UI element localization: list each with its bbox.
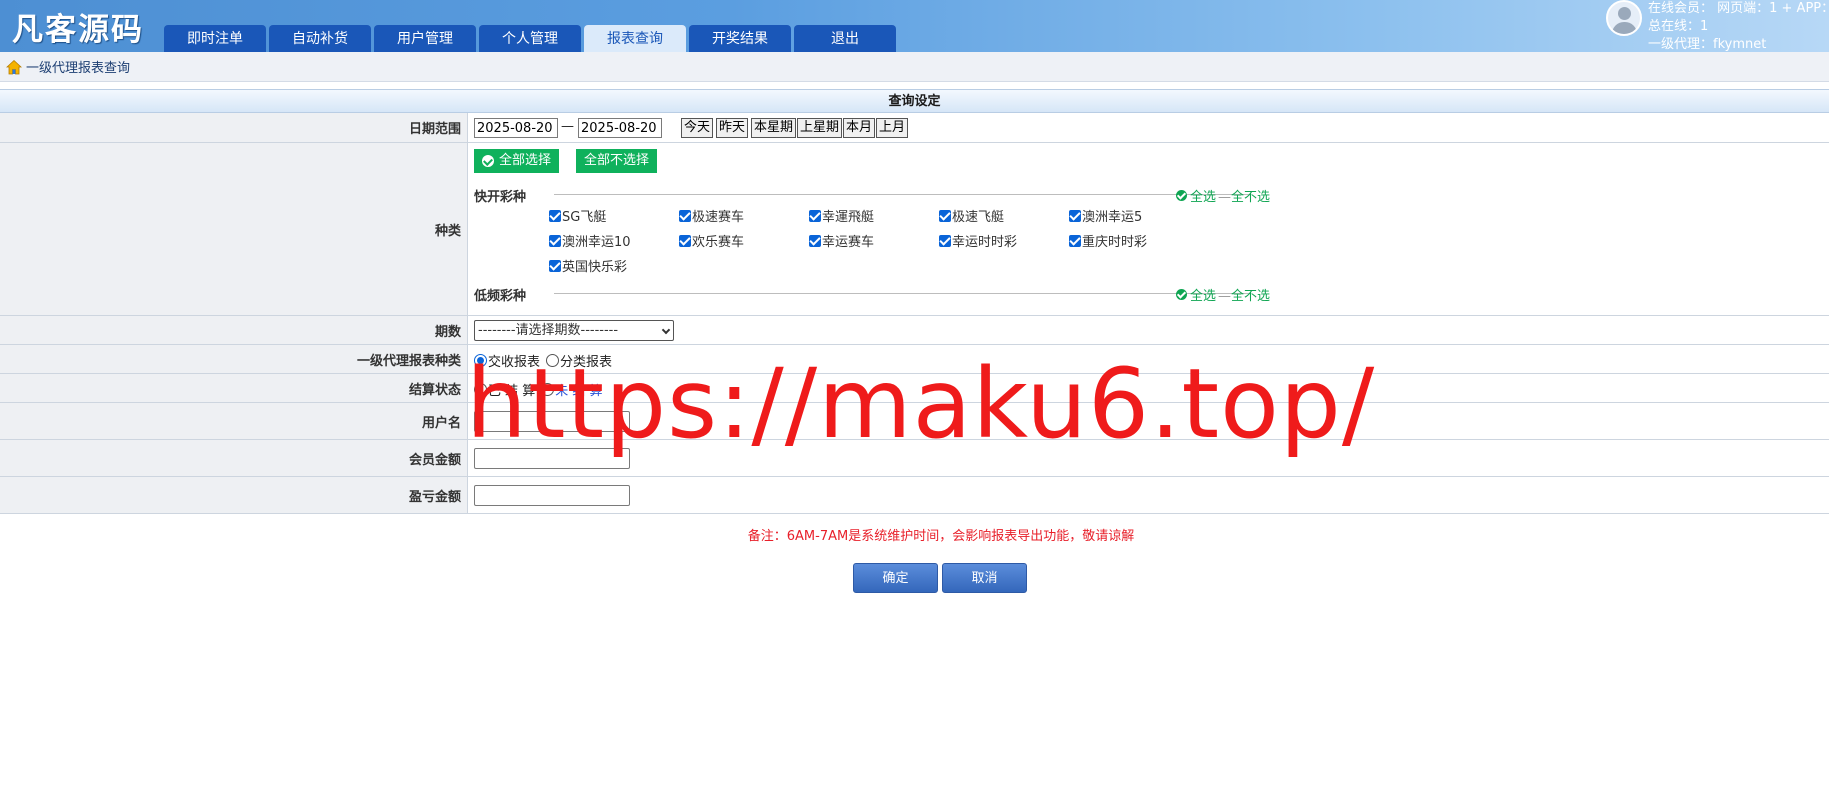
category-label: 种类: [0, 143, 468, 315]
member-amount-label: 会员金额: [0, 440, 468, 476]
tab-personal-management[interactable]: 个人管理: [479, 25, 581, 52]
chevron-down-icon: [661, 325, 671, 335]
yesterday-button[interactable]: 昨天: [716, 118, 749, 138]
tab-report-query[interactable]: 报表查询: [584, 25, 686, 52]
lottery-checkbox-speed-racing[interactable]: 极速赛车: [679, 206, 744, 225]
this-month-button[interactable]: 本月: [843, 118, 876, 138]
lottery-checkbox-uk-happy[interactable]: 英国快乐彩: [549, 256, 627, 275]
app-logo: 凡客源码: [12, 12, 144, 48]
date-separator: —: [561, 119, 574, 134]
settlement-label: 结算状态: [0, 374, 468, 402]
last-week-button[interactable]: 上星期: [797, 118, 843, 138]
fast-lottery-group-label: 快开彩种: [474, 190, 527, 205]
tab-logout[interactable]: 退出: [794, 25, 896, 52]
home-icon[interactable]: [6, 59, 22, 75]
fast-group-deselect-all[interactable]: —全不选: [1218, 186, 1270, 205]
low-group-deselect-all[interactable]: —全不选: [1218, 285, 1270, 304]
top-header: 凡客源码 即时注单 自动补货 用户管理 个人管理 报表查询 开奖结果 退出 在线…: [0, 0, 1829, 52]
select-all-button[interactable]: 全部选择: [474, 149, 560, 173]
category-row: 种类 全部选择 全部不选择 快开彩种 全选 —全不选 SG飞艇 极速赛车 幸運飛…: [0, 143, 1829, 316]
online-members: 在线会员： 网页端：1 + APP：: [1648, 1, 1829, 16]
date-range-label: 日期范围: [0, 113, 468, 142]
check-circle-icon: [1176, 289, 1187, 300]
main-nav: 即时注单 自动补货 用户管理 个人管理 报表查询 开奖结果 退出: [164, 25, 899, 52]
tab-auto-replenish[interactable]: 自动补货: [269, 25, 371, 52]
lottery-checkbox-happy-racing[interactable]: 欢乐赛车: [679, 231, 744, 250]
lottery-checkbox-australia-lucky5[interactable]: 澳洲幸运5: [1069, 206, 1142, 225]
last-month-button[interactable]: 上月: [876, 118, 909, 138]
period-select[interactable]: --------请选择期数--------: [474, 320, 674, 341]
start-date-input[interactable]: [474, 118, 558, 138]
username-label: 用户名: [0, 403, 468, 439]
today-button[interactable]: 今天: [681, 118, 714, 138]
lottery-checkbox-chongqing-ssc[interactable]: 重庆时时彩: [1069, 231, 1147, 250]
confirm-button[interactable]: 确定: [853, 563, 938, 593]
lottery-checkbox-speed-airship[interactable]: 极速飞艇: [939, 206, 1004, 225]
tab-user-management[interactable]: 用户管理: [374, 25, 476, 52]
lottery-checkbox-australia-lucky10[interactable]: 澳洲幸运10: [549, 231, 631, 250]
avatar: [1606, 0, 1642, 36]
maintenance-note: 备注：6AM-7AM是系统维护时间，会影响报表导出功能，敬请谅解: [747, 529, 1135, 544]
check-circle-icon: [1176, 190, 1187, 201]
low-freq-group-label: 低频彩种: [474, 289, 527, 304]
report-type-label: 一级代理报表种类: [0, 345, 468, 373]
profit-amount-row: 盈亏金额: [0, 477, 1829, 514]
profit-amount-input[interactable]: [474, 485, 630, 506]
fast-group-select-all[interactable]: 全选: [1176, 186, 1216, 205]
this-week-button[interactable]: 本星期: [751, 118, 797, 138]
end-date-input[interactable]: [578, 118, 662, 138]
profit-amount-label: 盈亏金额: [0, 477, 468, 513]
breadcrumb: 一级代理报表查询: [0, 52, 1829, 82]
deselect-all-button[interactable]: 全部不选择: [576, 149, 658, 173]
group-divider: [554, 194, 1250, 195]
lottery-checkbox-sg-airship[interactable]: SG飞艇: [549, 206, 606, 225]
group-divider: [554, 293, 1250, 294]
lottery-checkbox-lucky-ssc[interactable]: 幸运时时彩: [939, 231, 1017, 250]
period-label: 期数: [0, 316, 468, 344]
lottery-checkbox-lucky-racing[interactable]: 幸运赛车: [809, 231, 874, 250]
low-group-select-all[interactable]: 全选: [1176, 285, 1216, 304]
watermark-url: https://maku6.top/: [466, 348, 1376, 460]
section-title: 查询设定: [0, 89, 1829, 113]
date-range-row: 日期范围 — 今天 昨天 本星期 上星期 本月 上月: [0, 113, 1829, 143]
tab-instant-bets[interactable]: 即时注单: [164, 25, 266, 52]
breadcrumb-text: 一级代理报表查询: [26, 61, 131, 76]
lottery-checkbox-lucky-airship[interactable]: 幸運飛艇: [809, 206, 874, 225]
total-online: 总在线：1: [1648, 19, 1709, 34]
period-row: 期数 --------请选择期数--------: [0, 316, 1829, 345]
tab-draw-results[interactable]: 开奖结果: [689, 25, 791, 52]
cancel-button[interactable]: 取消: [942, 563, 1027, 593]
check-circle-icon: [482, 155, 494, 167]
